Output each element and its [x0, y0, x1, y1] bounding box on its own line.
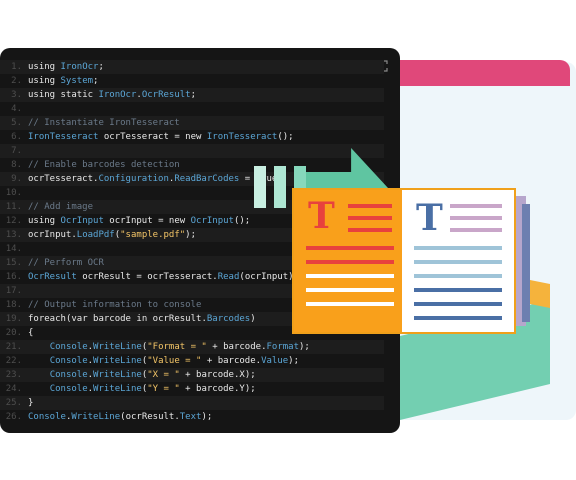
arrow-bar	[274, 166, 286, 208]
line-number: 13.	[5, 230, 22, 240]
code-line: 8. // Enable barcodes detection	[0, 158, 384, 172]
code-line: 21. Console.WriteLine("Format = " + barc…	[0, 340, 384, 354]
text-line	[348, 216, 392, 220]
text-line	[306, 246, 394, 250]
code-text: IronTesseract ocrTesseract = new IronTes…	[28, 132, 294, 142]
text-line	[414, 302, 502, 306]
line-number: 4.	[11, 104, 22, 114]
text-line	[414, 246, 502, 250]
code-text: Console.WriteLine("Y = " + barcode.Y);	[49, 384, 256, 394]
code-text: // Output information to console	[28, 300, 202, 310]
code-text: using OcrInput ocrInput = new OcrInput()…	[28, 216, 251, 226]
line-number: 5.	[11, 118, 22, 128]
line-number: 7.	[11, 146, 22, 156]
code-text: Console.WriteLine("Value = " + barcode.V…	[49, 356, 299, 366]
code-text: // Add image	[28, 202, 94, 212]
code-text: using System;	[28, 76, 99, 86]
code-text: Console.WriteLine("Format = " + barcode.…	[49, 342, 310, 352]
code-line: 26. Console.WriteLine(ocrResult.Text);	[0, 410, 384, 424]
document-left-page: T	[292, 188, 408, 334]
line-number: 14.	[5, 244, 22, 254]
line-number: 1.	[11, 62, 22, 72]
code-text: Console.WriteLine(ocrResult.Text);	[28, 412, 213, 422]
code-line: 6. IronTesseract ocrTesseract = new IronT…	[0, 130, 384, 144]
text-line	[414, 316, 502, 320]
line-number: 12.	[5, 216, 22, 226]
line-number: 3.	[11, 90, 22, 100]
line-number: 25.	[5, 398, 22, 408]
arrow-bar	[254, 166, 266, 208]
text-line	[414, 274, 502, 278]
text-line	[306, 288, 394, 292]
code-text: using IronOcr;	[28, 62, 104, 72]
text-line	[450, 204, 502, 208]
line-number: 19.	[5, 314, 22, 324]
code-text: OcrResult ocrResult = ocrTesseract.Read(…	[28, 272, 299, 282]
text-line	[306, 302, 394, 306]
line-number: 15.	[5, 258, 22, 268]
document-t-letter: T	[308, 195, 335, 237]
line-number: 23.	[5, 370, 22, 380]
line-number: 10.	[5, 188, 22, 198]
background-pink-stripe	[370, 60, 570, 86]
line-number: 20.	[5, 328, 22, 338]
text-line	[348, 204, 392, 208]
code-line: 1. using IronOcr;	[0, 60, 384, 74]
line-number: 21.	[5, 342, 22, 352]
code-text: ocrTesseract.Configuration.ReadBarCodes …	[28, 174, 283, 184]
text-line	[450, 228, 502, 232]
code-line: 23. Console.WriteLine("X = " + barcode.X…	[0, 368, 384, 382]
code-line: 22. Console.WriteLine("Value = " + barco…	[0, 354, 384, 368]
line-number: 18.	[5, 300, 22, 310]
code-text: }	[28, 398, 34, 408]
line-number: 8.	[11, 160, 22, 170]
line-number: 26.	[5, 412, 22, 422]
text-line	[306, 260, 394, 264]
line-number: 2.	[11, 76, 22, 86]
code-text: ocrInput.LoadPdf("sample.pdf");	[28, 230, 197, 240]
code-text: Console.WriteLine("X = " + barcode.X);	[49, 370, 256, 380]
code-text: using static IronOcr.OcrResult;	[28, 90, 197, 100]
code-text: foreach(var barcode in ocrResult.Barcode…	[28, 314, 256, 324]
line-number: 11.	[5, 202, 22, 212]
text-line	[450, 216, 502, 220]
text-line	[414, 288, 502, 292]
code-text: {	[28, 328, 34, 338]
document-back-page	[522, 204, 530, 322]
line-number: 17.	[5, 286, 22, 296]
document-t-letter: T	[416, 197, 443, 239]
line-number: 22.	[5, 356, 22, 366]
code-line: 25.}	[0, 396, 384, 410]
code-line: 7.	[0, 144, 384, 158]
text-line	[306, 274, 394, 278]
code-text: // Perform OCR	[28, 258, 104, 268]
document-right-page: T	[402, 188, 516, 334]
line-number: 16.	[5, 272, 22, 282]
line-number: 6.	[11, 132, 22, 142]
code-line: 3. using static IronOcr.OcrResult;	[0, 88, 384, 102]
line-number: 24.	[5, 384, 22, 394]
code-line: 2. using System;	[0, 74, 384, 88]
text-line	[414, 260, 502, 264]
code-line: 24. Console.WriteLine("Y = " + barcode.Y…	[0, 382, 384, 396]
code-line: 4.	[0, 102, 384, 116]
text-line	[348, 228, 392, 232]
line-number: 9.	[11, 174, 22, 184]
code-text: // Instantiate IronTesseract	[28, 118, 180, 128]
code-text: // Enable barcodes detection	[28, 160, 180, 170]
code-line: 5. // Instantiate IronTesseract	[0, 116, 384, 130]
